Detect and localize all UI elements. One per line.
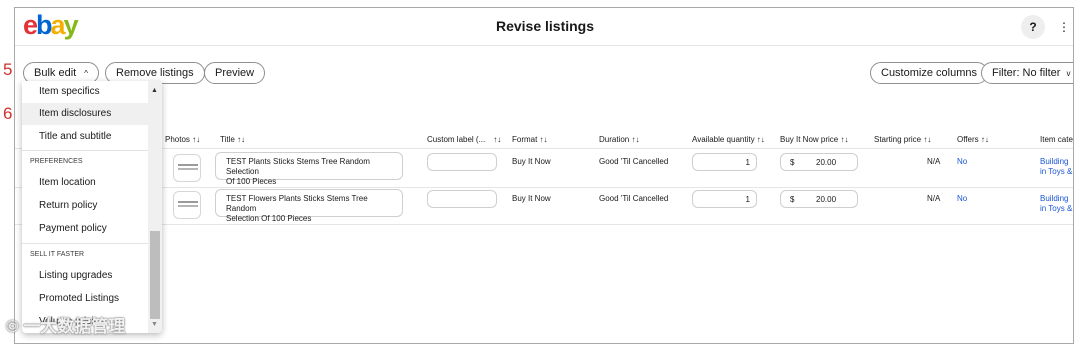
format-value: Buy It Now [512, 157, 551, 166]
sort-icon: ↑↓ [493, 135, 502, 144]
menu-item-promoted-listings[interactable]: Promoted Listings [22, 288, 148, 310]
title-line: TEST Flowers Plants Sticks Stems Tree Ra… [226, 194, 368, 213]
menu-item-item-disclosures[interactable]: Item disclosures [22, 103, 148, 125]
revise-listings-window: ebay Revise listings ? ⋮ Bulk edit ^ Rem… [14, 7, 1074, 344]
page-title: Revise listings [495, 18, 595, 34]
column-header-starting-price[interactable]: Starting price ↑↓ [874, 135, 931, 144]
menu-item-return-policy[interactable]: Return policy [22, 195, 148, 217]
custom-label-header-text: Custom label (... [427, 135, 486, 144]
menu-item-payment-policy[interactable]: Payment policy [22, 218, 148, 240]
column-header-custom-label[interactable]: Custom label (... ↑↓ [427, 135, 501, 144]
header-bar: ebay Revise listings ? ⋮ [15, 8, 1073, 46]
price-input[interactable]: $ 20.00 [780, 153, 858, 171]
starting-price-value: N/A [927, 194, 941, 203]
duration-value[interactable]: Good 'Til Cancelled [599, 194, 668, 203]
preview-button[interactable]: Preview [204, 62, 266, 84]
column-header-title[interactable]: Title ↑↓ [220, 135, 245, 144]
column-header-duration[interactable]: Duration ↑↓ [599, 135, 639, 144]
category-line: Building [1040, 194, 1069, 203]
currency-symbol: $ [790, 195, 795, 204]
column-header-format[interactable]: Format ↑↓ [512, 135, 548, 144]
price-value: 20.00 [816, 158, 837, 167]
row-divider [15, 224, 1073, 225]
format-value: Buy It Now [512, 194, 551, 203]
chevron-down-icon: v [1066, 69, 1071, 78]
column-header-offers[interactable]: Offers ↑↓ [957, 135, 989, 144]
quantity-input[interactable]: 1 [692, 190, 757, 208]
title-field[interactable]: TEST Flowers Plants Sticks Stems Tree Ra… [215, 189, 403, 223]
menu-section-preferences: PREFERENCES [30, 158, 83, 165]
menu-item-item-location[interactable]: Item location [22, 172, 148, 194]
column-header-item-category[interactable]: Item categ [1040, 135, 1073, 144]
scrollbar-thumb[interactable] [150, 231, 160, 319]
duration-value[interactable]: Good 'Til Cancelled [599, 157, 668, 166]
offers-link[interactable]: No [957, 194, 967, 203]
category-line: in Toys & [1040, 204, 1073, 213]
category-line: in Toys & [1040, 167, 1073, 176]
scroll-up-arrow-icon[interactable]: ▲ [151, 87, 158, 94]
menu-divider [22, 243, 148, 244]
column-header-photos[interactable]: Photos ↑↓ [165, 135, 200, 144]
help-button[interactable]: ? [1021, 15, 1045, 39]
menu-item-item-specifics[interactable]: Item specifics [22, 81, 148, 103]
menu-section-sell-it-faster: SELL IT FASTER [30, 251, 85, 258]
listing-photo-thumbnail[interactable] [173, 154, 201, 182]
title-line: TEST Plants Sticks Stems Tree Random Sel… [226, 157, 370, 176]
step-number-5: 5 [3, 60, 13, 79]
header-divider [15, 148, 1073, 149]
filter-dropdown[interactable]: Filter: No filter v [981, 62, 1073, 84]
bulk-edit-label: Bulk edit [34, 67, 77, 79]
filter-label: Filter: No filter [992, 67, 1061, 79]
more-options-icon[interactable]: ⋮ [1057, 17, 1071, 37]
menu-item-title-and-subtitle[interactable]: Title and subtitle [22, 126, 148, 148]
quantity-value: 1 [745, 158, 750, 167]
item-category-link[interactable]: Building in Toys & [1040, 194, 1072, 214]
step-number-6: 6 [3, 104, 13, 123]
price-value: 20.00 [816, 195, 837, 204]
scroll-down-arrow-icon[interactable]: ▼ [151, 321, 158, 328]
custom-label-input[interactable] [427, 190, 497, 208]
price-input[interactable]: $ 20.00 [780, 190, 858, 208]
column-header-buy-it-now-price[interactable]: Buy It Now price ↑↓ [780, 135, 848, 144]
custom-label-input[interactable] [427, 153, 497, 171]
item-category-link[interactable]: Building in Toys & [1040, 157, 1072, 177]
currency-symbol: $ [790, 158, 795, 167]
column-header-available-quantity[interactable]: Available quantity ↑↓ [692, 135, 765, 144]
watermark-logo: © 一大数据管理 [6, 317, 126, 336]
title-line: Of 100 Pieces [226, 177, 277, 186]
row-divider [15, 187, 1073, 188]
menu-divider [22, 150, 148, 151]
category-line: Building [1040, 157, 1069, 166]
offers-link[interactable]: No [957, 157, 967, 166]
chevron-up-icon: ^ [84, 69, 89, 78]
quantity-value: 1 [745, 195, 750, 204]
title-field[interactable]: TEST Plants Sticks Stems Tree Random Sel… [215, 152, 403, 186]
menu-scrollbar[interactable]: ▲ ▼ [148, 81, 162, 333]
starting-price-value: N/A [927, 157, 941, 166]
menu-item-listing-upgrades[interactable]: Listing upgrades [22, 265, 148, 287]
title-line: Selection Of 100 Pieces [226, 214, 312, 223]
quantity-input[interactable]: 1 [692, 153, 757, 171]
listing-photo-thumbnail[interactable] [173, 191, 201, 219]
bulk-edit-menu: Item specifics Item disclosures Title an… [22, 81, 162, 333]
customize-columns-button[interactable]: Customize columns [870, 62, 988, 84]
